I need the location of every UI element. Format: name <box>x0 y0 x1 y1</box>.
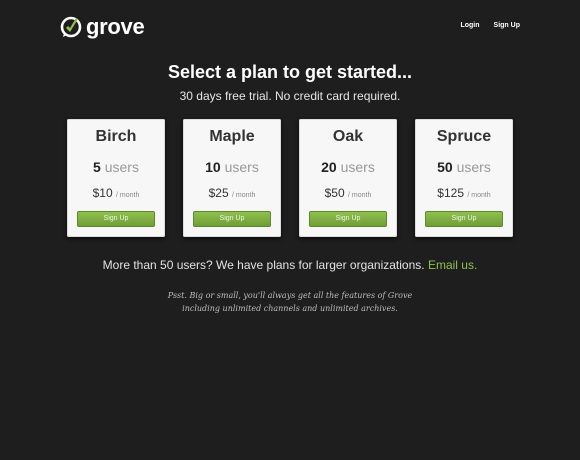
logo-text: grove <box>86 14 145 39</box>
header: grove Login Sign Up <box>60 14 520 40</box>
plan-users: 10 users <box>183 159 281 175</box>
page-subheadline: 30 days free trial. No credit card requi… <box>179 89 401 103</box>
plan-card-spruce: Spruce 50 users $125 / month Sign Up <box>415 119 513 237</box>
plan-card-oak: Oak 20 users $50 / month Sign Up <box>299 119 397 237</box>
plan-users-word: users <box>340 159 375 175</box>
logo[interactable]: grove <box>60 14 145 40</box>
footnote-line-2: including unlimited channels and unlimit… <box>182 304 398 313</box>
plan-name: Spruce <box>436 128 492 145</box>
plan-users-count: 20 <box>321 159 337 175</box>
footnote-line-1: Psst. Big or small, you'll always get al… <box>167 291 413 300</box>
plan-signup-button[interactable]: Sign Up <box>309 211 387 227</box>
top-nav: Login Sign Up <box>460 22 520 29</box>
plan-price-period: / month <box>348 192 372 199</box>
plan-signup-button[interactable]: Sign Up <box>425 211 503 227</box>
plan-price-amount: $50 <box>324 186 345 200</box>
login-link[interactable]: Login <box>460 22 479 29</box>
plan-users-word: users <box>104 159 139 175</box>
signup-link[interactable]: Sign Up <box>494 22 520 29</box>
plan-price-amount: $10 <box>92 186 113 200</box>
plan-price-amount: $25 <box>208 186 229 200</box>
features-footnote: Psst. Big or small, you'll always get al… <box>0 289 580 315</box>
plan-name: Maple <box>209 128 255 145</box>
email-us-link[interactable]: Email us. <box>428 258 477 272</box>
plan-users-word: users <box>456 159 491 175</box>
plan-card-maple: Maple 10 users $25 / month Sign Up <box>183 119 281 237</box>
plan-price: $50 / month <box>299 186 397 200</box>
plan-price-amount: $125 <box>437 186 464 200</box>
plan-signup-button[interactable]: Sign Up <box>193 211 271 227</box>
page-headline: Select a plan to get started... <box>167 62 413 82</box>
plan-price: $25 / month <box>183 186 281 200</box>
plan-users-count: 50 <box>437 159 453 175</box>
larger-orgs-text: More than 50 users? We have plans for la… <box>102 258 425 272</box>
larger-orgs-message: More than 50 users? We have plans for la… <box>0 258 580 272</box>
plan-users-count: 10 <box>205 159 221 175</box>
plan-users-count: 5 <box>93 159 101 175</box>
plan-signup-button[interactable]: Sign Up <box>77 211 155 227</box>
plan-name: Oak <box>332 128 364 145</box>
plan-price: $125 / month <box>415 186 513 200</box>
plan-price: $10 / month <box>67 186 165 200</box>
plan-price-period: / month <box>467 192 491 199</box>
plan-users: 50 users <box>415 159 513 175</box>
plans-list: Birch 5 users $10 / month Sign Up Maple … <box>67 119 513 237</box>
plan-name: Birch <box>95 128 137 145</box>
plan-users: 5 users <box>67 159 165 175</box>
plan-price-period: / month <box>116 192 140 199</box>
plan-card-birch: Birch 5 users $10 / month Sign Up <box>67 119 165 237</box>
plan-users-word: users <box>224 159 259 175</box>
plan-price-period: / month <box>232 192 256 199</box>
plan-users: 20 users <box>299 159 397 175</box>
grove-logo-icon <box>60 16 82 38</box>
